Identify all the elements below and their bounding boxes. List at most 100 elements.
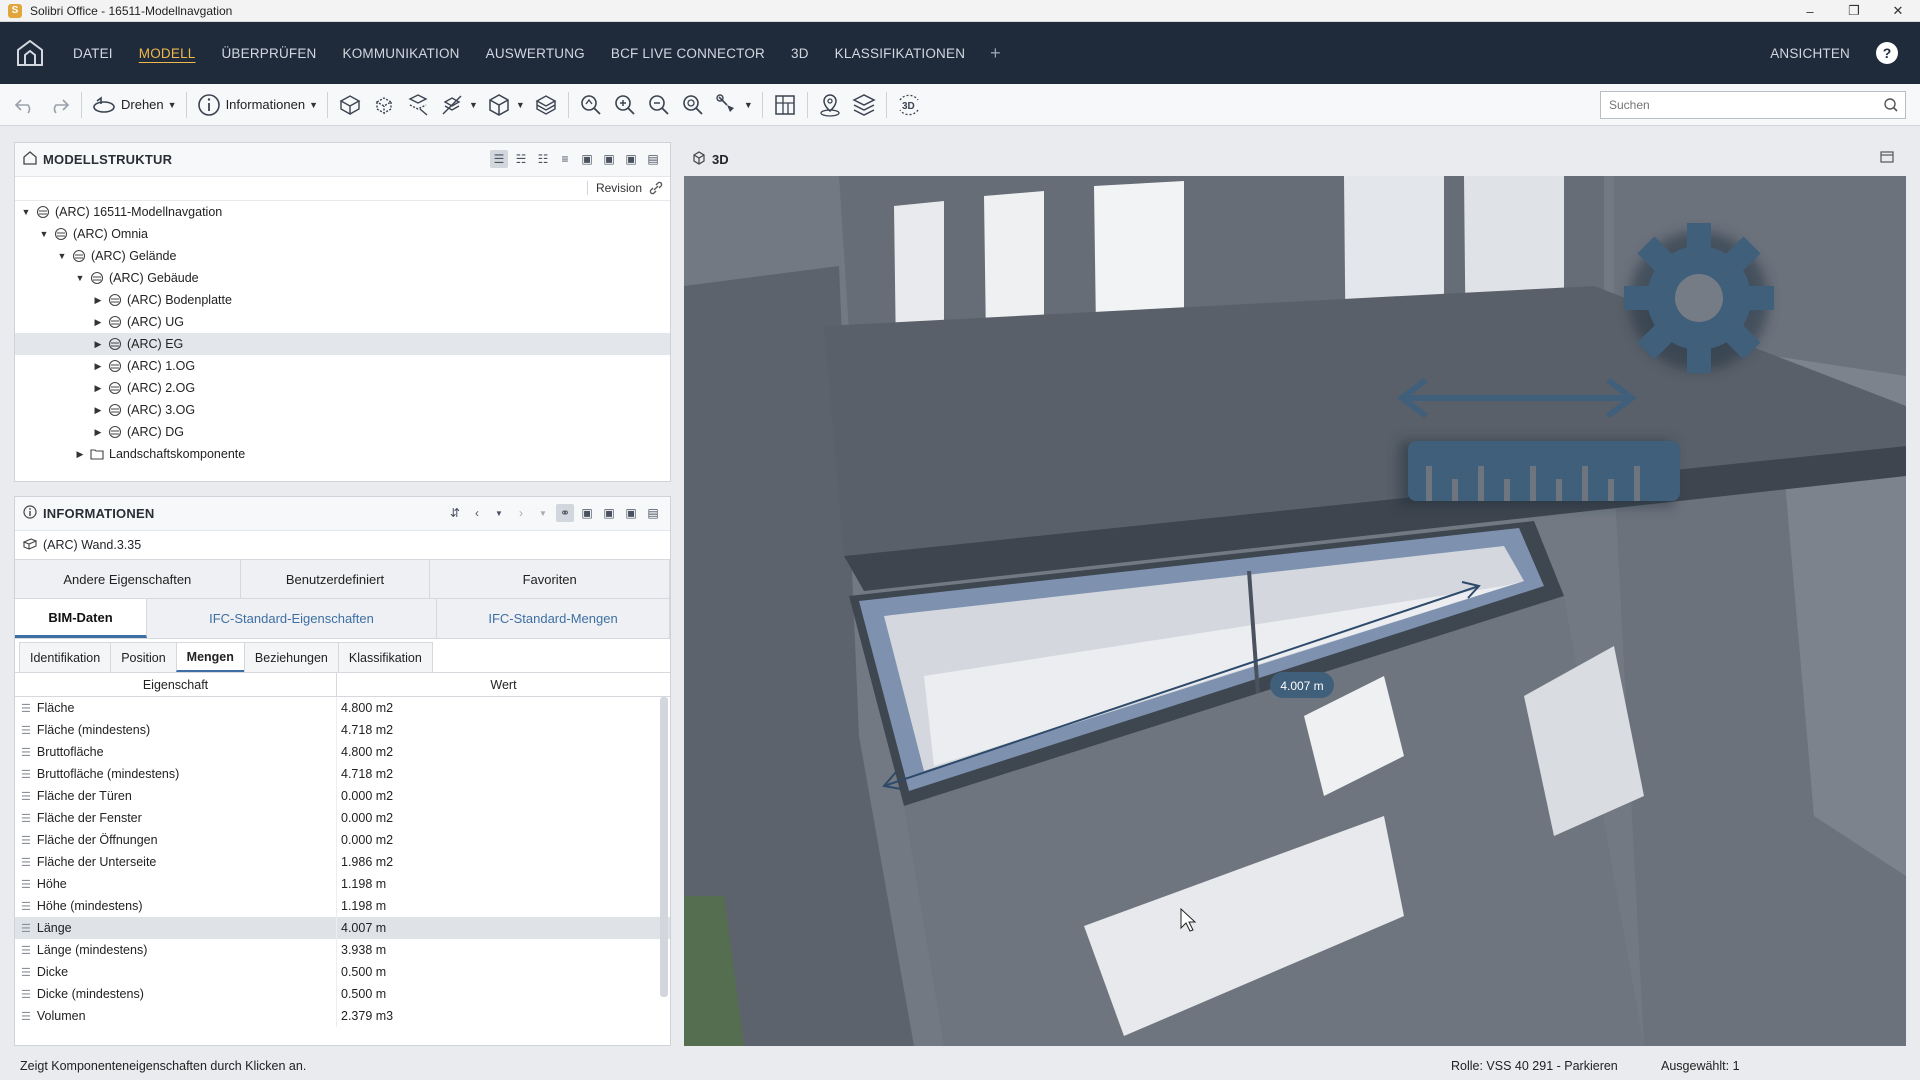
link-selection-icon[interactable]: ⚭	[556, 504, 574, 522]
zoom-selection-icon[interactable]	[676, 89, 710, 121]
zoom-fit-icon[interactable]	[574, 89, 608, 121]
revision-label[interactable]: Revision	[586, 181, 642, 195]
column-property[interactable]: Eigenschaft	[15, 673, 337, 696]
drag-handle-icon[interactable]: ☰	[21, 878, 31, 891]
table-row[interactable]: ☰ Fläche der Öffnungen 0.000 m2	[15, 829, 670, 851]
tree-item[interactable]: ▼ (ARC) 16511-Modellnavgation	[15, 201, 670, 223]
drag-handle-icon[interactable]: ☰	[21, 790, 31, 803]
forward-icon[interactable]: ›	[512, 504, 530, 522]
table-row[interactable]: ☰ Höhe 1.198 m	[15, 873, 670, 895]
tab-andere-eigenschaften[interactable]: Andere Eigenschaften	[15, 560, 241, 598]
menu-bcf-live-connector[interactable]: BCF LIVE CONNECTOR	[598, 22, 778, 84]
drag-handle-icon[interactable]: ☰	[21, 856, 31, 869]
tree-expand-icon[interactable]: ☷	[534, 150, 552, 168]
table-row[interactable]: ☰ Dicke (mindestens) 0.500 m	[15, 983, 670, 1005]
export-icon[interactable]: ▣	[622, 150, 640, 168]
maximize-panel-icon[interactable]	[1880, 150, 1894, 167]
table-row[interactable]: ☰ Fläche der Unterseite 1.986 m2	[15, 851, 670, 873]
drag-handle-icon[interactable]: ☰	[21, 966, 31, 979]
maximize-panel-icon[interactable]: ▤	[644, 504, 662, 522]
select-components-icon[interactable]	[333, 89, 367, 121]
tree-item[interactable]: ▼ (ARC) Gelände	[15, 245, 670, 267]
location-icon[interactable]	[813, 89, 847, 121]
drag-handle-icon[interactable]: ☰	[21, 724, 31, 737]
table-row[interactable]: ☰ Dicke 0.500 m	[15, 961, 670, 983]
table-row[interactable]: ☰ Bruttofläche 4.800 m2	[15, 741, 670, 763]
add-tab-icon[interactable]: +	[978, 43, 1013, 64]
3d-viewport[interactable]: 4.007 m	[684, 176, 1906, 1046]
collapse-toggle-icon[interactable]: ▼	[19, 207, 33, 217]
close-icon[interactable]: ✕	[1876, 0, 1920, 22]
tab-ifc-standard-eigenschaften[interactable]: IFC-Standard-Eigenschaften	[147, 599, 437, 638]
tree-item[interactable]: ▶ (ARC) 3.OG	[15, 399, 670, 421]
information-dropdown[interactable]: Informationen ▼	[192, 89, 322, 121]
drag-handle-icon[interactable]: ☰	[21, 812, 31, 825]
tree-collapse-icon[interactable]: ☵	[512, 150, 530, 168]
tree-item[interactable]: ▼ (ARC) Omnia	[15, 223, 670, 245]
expand-toggle-icon[interactable]: ▶	[91, 427, 105, 438]
export-icon[interactable]: ▣	[622, 504, 640, 522]
drag-handle-icon[interactable]: ☰	[21, 1010, 31, 1023]
table-row[interactable]: ☰ Fläche 4.800 m2	[15, 697, 670, 719]
menu-überprüfen[interactable]: ÜBERPRÜFEN	[208, 22, 329, 84]
table-row[interactable]: ☰ Länge (mindestens) 3.938 m	[15, 939, 670, 961]
collapse-toggle-icon[interactable]: ▼	[55, 251, 69, 261]
drag-handle-icon[interactable]: ☰	[21, 834, 31, 847]
drag-handle-icon[interactable]: ☰	[21, 944, 31, 957]
tree-item[interactable]: ▶ (ARC) EG	[15, 333, 670, 355]
table-row[interactable]: ☰ Fläche der Fenster 0.000 m2	[15, 807, 670, 829]
drag-handle-icon[interactable]: ☰	[21, 702, 31, 715]
table-row[interactable]: ☰ Fläche der Türen 0.000 m2	[15, 785, 670, 807]
drag-handle-icon[interactable]: ☰	[21, 900, 31, 913]
section-box-icon[interactable]	[768, 89, 802, 121]
minimize-icon[interactable]: –	[1788, 0, 1832, 22]
expand-toggle-icon[interactable]: ▶	[73, 449, 87, 460]
link-icon[interactable]	[648, 180, 664, 199]
menu-3d[interactable]: 3D	[778, 22, 822, 84]
expand-toggle-icon[interactable]: ▶	[91, 317, 105, 328]
table-row[interactable]: ☰ Volumen 2.379 m3	[15, 1005, 670, 1027]
restore-icon[interactable]: ❐	[1832, 0, 1876, 22]
floor-view-icon[interactable]	[529, 89, 563, 121]
tab-favoriten[interactable]: Favoriten	[430, 560, 670, 598]
column-value[interactable]: Wert	[337, 673, 670, 696]
expand-toggle-icon[interactable]: ▶	[91, 405, 105, 416]
undo-icon[interactable]	[8, 89, 42, 121]
tab-bim-daten[interactable]: BIM-Daten	[15, 599, 147, 638]
search-input[interactable]	[1601, 98, 1871, 112]
view-cube-dropdown[interactable]: ▼	[482, 89, 529, 121]
home-icon[interactable]	[0, 22, 60, 84]
menu-auswertung[interactable]: AUSWERTUNG	[473, 22, 598, 84]
tab-beziehungen[interactable]: Beziehungen	[243, 642, 339, 672]
status-role[interactable]: Rolle: VSS 40 291 - Parkieren	[1451, 1059, 1618, 1073]
table-row[interactable]: ☰ Bruttofläche (mindestens) 4.718 m2	[15, 763, 670, 785]
tab-klassifikation[interactable]: Klassifikation	[337, 642, 433, 672]
lock-icon[interactable]: ▣	[578, 150, 596, 168]
pick-dropdown[interactable]: ▼	[710, 89, 757, 121]
tree-item[interactable]: ▼ (ARC) Gebäude	[15, 267, 670, 289]
tree-item[interactable]: ▶ Landschaftskomponente	[15, 443, 670, 465]
tree-item[interactable]: ▶ (ARC) 2.OG	[15, 377, 670, 399]
tree-view-icon[interactable]: ☰	[490, 150, 508, 168]
layers-icon[interactable]	[847, 89, 881, 121]
maximize-panel-icon[interactable]: ▤	[644, 150, 662, 168]
back-icon[interactable]: ‹	[468, 504, 486, 522]
tree-item[interactable]: ▶ (ARC) 1.OG	[15, 355, 670, 377]
rotate-dropdown[interactable]: Drehen ▼	[87, 89, 181, 121]
table-row[interactable]: ☰ Höhe (mindestens) 1.198 m	[15, 895, 670, 917]
view-3d-icon[interactable]: 3D	[892, 89, 926, 121]
zoom-out-icon[interactable]	[642, 89, 676, 121]
search-field[interactable]	[1600, 91, 1906, 119]
copy-icon[interactable]: ▣	[600, 150, 618, 168]
drag-handle-icon[interactable]: ☰	[21, 768, 31, 781]
tree-item[interactable]: ▶ (ARC) Bodenplatte	[15, 289, 670, 311]
table-row[interactable]: ☰ Länge 4.007 m	[15, 917, 670, 939]
menu-views[interactable]: ANSICHTEN	[1770, 22, 1850, 84]
lock-icon[interactable]: ▣	[578, 504, 596, 522]
tab-benutzerdefiniert[interactable]: Benutzerdefiniert	[241, 560, 431, 598]
drag-handle-icon[interactable]: ☰	[21, 746, 31, 759]
tab-mengen[interactable]: Mengen	[175, 642, 245, 672]
tree-filter-icon[interactable]: ≡	[556, 150, 574, 168]
help-icon[interactable]: ?	[1876, 42, 1898, 64]
menu-kommunikation[interactable]: KOMMUNIKATION	[330, 22, 473, 84]
